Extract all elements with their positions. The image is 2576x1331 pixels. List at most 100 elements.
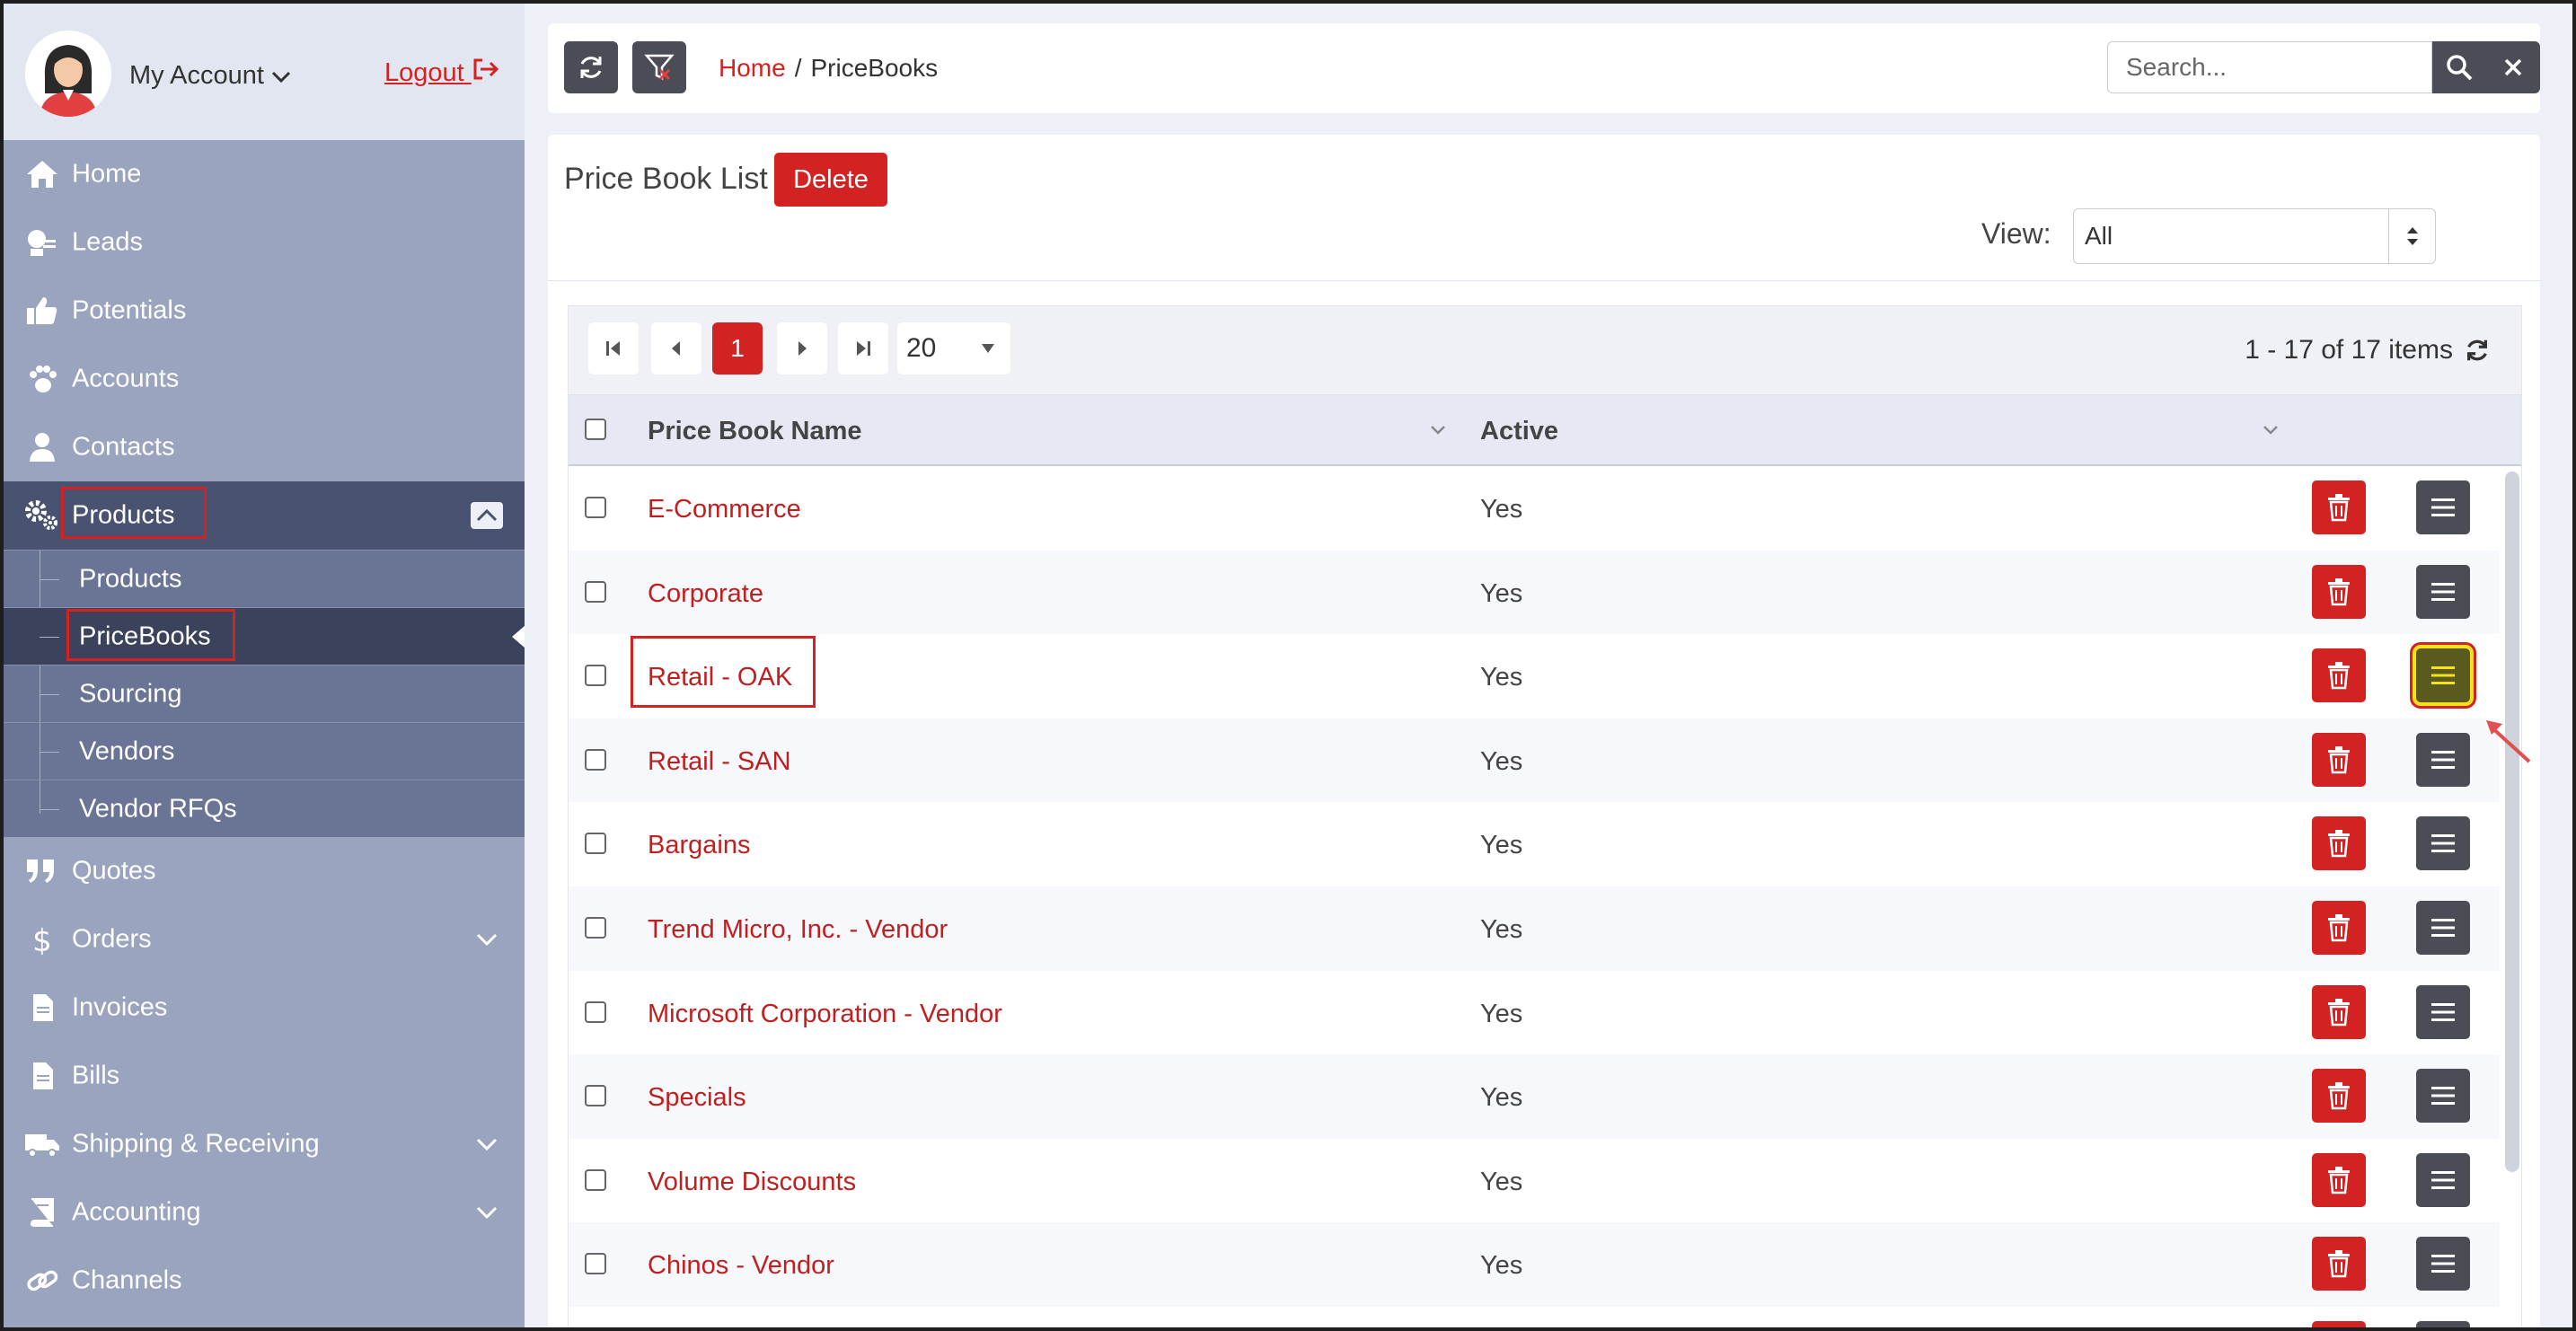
table-row[interactable]: E-Commerce Yes (569, 466, 2500, 551)
row-checkbox[interactable] (585, 833, 606, 855)
row-checkbox[interactable] (585, 748, 606, 771)
row-delete-button[interactable] (2312, 1069, 2366, 1124)
select-all-checkbox[interactable] (585, 419, 606, 440)
price-book-name-link[interactable]: Retail - SAN (648, 747, 791, 777)
row-menu-button[interactable] (2416, 480, 2470, 534)
row-menu-button[interactable] (2416, 984, 2470, 1039)
table-scrollbar[interactable] (2505, 472, 2519, 1172)
row-menu-button[interactable] (2416, 732, 2470, 787)
price-book-name-link[interactable]: E-Commerce (648, 495, 801, 524)
search-input[interactable] (2107, 41, 2432, 93)
submenu-item-vendor-rfqs[interactable]: Vendor RFQs (0, 780, 525, 837)
trash-icon (2328, 1082, 2350, 1110)
submenu-item-vendors[interactable]: Vendors (0, 722, 525, 780)
row-menu-button[interactable] (2416, 1237, 2470, 1291)
row-delete-button[interactable] (2312, 480, 2366, 534)
row-checkbox[interactable] (585, 1253, 606, 1275)
last-page-button[interactable] (838, 322, 888, 375)
sidebar-item-accounts[interactable]: Accounts (0, 345, 525, 413)
sidebar-item-potentials[interactable]: Potentials (0, 277, 525, 345)
price-book-name-link[interactable]: Microsoft Corporation - Vendor (648, 1000, 1002, 1029)
sidebar-item-leads[interactable]: Leads (0, 208, 525, 277)
row-checkbox[interactable] (585, 497, 606, 518)
column-header-active[interactable]: Active (1480, 417, 1558, 446)
row-checkbox[interactable] (585, 917, 606, 939)
filter-clear-button[interactable] (632, 41, 686, 93)
row-menu-button-highlighted[interactable] (2413, 645, 2474, 707)
table-row[interactable]: Retail - SAN Yes (569, 718, 2500, 803)
table-row[interactable]: Bargains Yes (569, 802, 2500, 886)
sidebar-item-accounting[interactable]: Accounting (0, 1178, 525, 1247)
column-menu-icon[interactable] (2262, 424, 2280, 436)
sidebar-item-home[interactable]: Home (0, 140, 525, 208)
row-menu-button[interactable] (2416, 1152, 2470, 1207)
prev-page-button[interactable] (651, 322, 701, 375)
price-book-name-link[interactable]: Specials (648, 1083, 746, 1113)
page-size-select[interactable]: 20 (897, 322, 1010, 375)
chevron-up-icon[interactable] (471, 502, 503, 529)
table-row[interactable]: Microsoft Corporation - Vendor Yes (569, 971, 2500, 1055)
table-row[interactable]: Corporate Yes (569, 550, 2500, 635)
price-book-name-link[interactable]: Trend Micro, Inc. - Vendor (648, 915, 948, 945)
submenu-item-pricebooks[interactable]: PriceBooks (0, 607, 525, 665)
table-row[interactable]: Retail - OAK Yes (569, 634, 2500, 718)
price-book-name-link[interactable]: Bargains (648, 831, 750, 860)
row-delete-button[interactable] (2312, 901, 2366, 955)
clear-search-button[interactable] (2486, 41, 2540, 93)
row-delete-button[interactable] (2312, 648, 2366, 703)
price-book-name-link[interactable]: Retail - OAK (648, 663, 792, 692)
chevron-down-icon[interactable] (471, 1131, 503, 1158)
submenu-item-products[interactable]: Products (0, 550, 525, 607)
table-row[interactable] (569, 1307, 2500, 1331)
sidebar-item-orders[interactable]: $ Orders (0, 905, 525, 974)
page-1-button[interactable]: 1 (712, 322, 763, 375)
sidebar-item-products[interactable]: Products (0, 481, 525, 550)
avatar[interactable] (25, 31, 111, 117)
row-menu-button[interactable] (2416, 901, 2470, 955)
delete-button[interactable]: Delete (774, 153, 887, 207)
row-delete-button[interactable] (2312, 984, 2366, 1039)
table-row[interactable]: Specials Yes (569, 1054, 2500, 1139)
sidebar-item-channels[interactable]: Channels (0, 1247, 525, 1315)
table-row[interactable]: Trend Micro, Inc. - Vendor Yes (569, 886, 2500, 971)
row-checkbox[interactable] (585, 1085, 606, 1107)
row-delete-button[interactable] (2312, 564, 2366, 619)
submenu-item-sourcing[interactable]: Sourcing (0, 665, 525, 722)
logout-link[interactable]: Logout (384, 57, 500, 88)
row-delete-button[interactable] (2312, 1237, 2366, 1291)
row-delete-button[interactable] (2312, 816, 2366, 871)
row-menu-button[interactable] (2416, 1069, 2470, 1124)
view-select[interactable]: All (2073, 208, 2436, 264)
row-menu-button[interactable] (2416, 816, 2470, 871)
row-delete-button[interactable] (2312, 1152, 2366, 1207)
search-button[interactable] (2432, 41, 2486, 93)
row-checkbox[interactable] (585, 665, 606, 687)
chevron-down-icon[interactable] (471, 926, 503, 953)
sidebar-item-invoices[interactable]: Invoices (0, 974, 525, 1042)
price-book-name-link[interactable]: Corporate (648, 579, 763, 609)
row-menu-button[interactable] (2416, 564, 2470, 619)
row-checkbox[interactable] (585, 1168, 606, 1191)
pager-refresh-icon[interactable] (2464, 337, 2491, 364)
my-account-menu[interactable]: My Account (129, 61, 291, 91)
row-checkbox[interactable] (585, 580, 606, 603)
breadcrumb-home-link[interactable]: Home (719, 54, 786, 82)
price-book-name-link[interactable]: Volume Discounts (648, 1168, 856, 1197)
price-book-name-link[interactable]: Chinos - Vendor (648, 1251, 834, 1281)
table-row[interactable]: Volume Discounts Yes (569, 1139, 2500, 1223)
column-menu-icon[interactable] (1429, 424, 1447, 436)
sidebar-item-bills[interactable]: Bills (0, 1042, 525, 1110)
refresh-button[interactable] (564, 41, 618, 93)
row-menu-button[interactable] (2416, 1321, 2470, 1331)
sidebar-item-quotes[interactable]: Quotes (0, 837, 525, 905)
table-row[interactable]: Chinos - Vendor Yes (569, 1222, 2500, 1307)
row-checkbox[interactable] (585, 1000, 606, 1023)
next-page-button[interactable] (777, 322, 827, 375)
row-delete-button[interactable] (2312, 732, 2366, 787)
sidebar-item-shipping-receiving[interactable]: Shipping & Receiving (0, 1110, 525, 1178)
chevron-down-icon[interactable] (471, 1199, 503, 1226)
row-delete-button[interactable] (2312, 1321, 2366, 1331)
first-page-button[interactable] (588, 322, 639, 375)
column-header-price-book-name[interactable]: Price Book Name (648, 417, 862, 446)
sidebar-item-contacts[interactable]: Contacts (0, 413, 525, 481)
